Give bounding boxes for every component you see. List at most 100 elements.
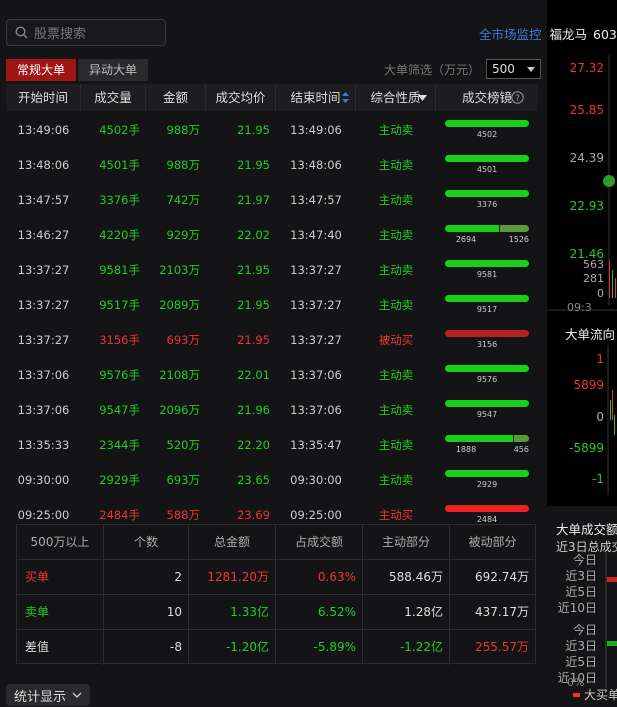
period-top-10d: 近10日 — [557, 601, 597, 615]
stats-cell-active: -1.22亿 — [363, 630, 450, 665]
tab-regular-big-order[interactable]: 常规大单 — [6, 59, 77, 81]
caret-down-icon — [527, 66, 535, 72]
cell-end-time: 13:48:06 — [290, 157, 342, 172]
cell-trade-bar: 3156 — [436, 325, 538, 355]
cell-end-time: 13:47:57 — [290, 192, 342, 207]
cell-start-time: 13:37:06 — [17, 367, 70, 382]
cell-trade-bar: 9517 — [436, 290, 538, 320]
period-top-3d: 近3日 — [565, 569, 597, 583]
market-monitor-link[interactable]: 全市场监控 — [479, 27, 542, 42]
filter-select[interactable]: 500 — [486, 59, 541, 79]
trade-bar-label: 9547 — [476, 410, 498, 419]
cell-start-time: 13:37:27 — [17, 262, 70, 277]
flow-tick-5: -1 — [592, 472, 604, 486]
cell-amount: 2096万 — [159, 402, 200, 417]
stock-code: 603 — [593, 27, 617, 42]
col-end-time[interactable]: 结束时间 — [276, 84, 356, 111]
cell-start-time: 13:49:06 — [17, 122, 70, 137]
big-order-table: 13:49:06 4502手 988万 21.95 13:49:06 主动卖 4502 13:… — [6, 112, 538, 532]
stats-row: 差值 -8 -1.20亿 -5.89% -1.22亿 255.57万 — [17, 630, 535, 665]
cell-end-time: 09:30:00 — [290, 472, 342, 487]
col-amount[interactable]: 金额 — [146, 84, 206, 111]
period-bottom-5d: 近5日 — [565, 655, 597, 669]
col-end-time-label: 结束时间 — [290, 90, 341, 105]
trade-bar — [445, 470, 529, 477]
flow-chart — [607, 345, 615, 495]
col-volume[interactable]: 成交量 — [81, 84, 146, 111]
table-row[interactable]: 13:37:06 9547手 2096万 21.96 13:37:06 主动卖 9547 — [6, 392, 538, 427]
search-icon — [15, 26, 28, 39]
table-row[interactable]: 13:37:27 9581手 2103万 21.95 13:37:27 主动卖 9581 — [6, 252, 538, 287]
stats-table: 500万以上 个数 总金额 占成交额 主动部分 被动部分 买单 2 1281.20万… — [16, 524, 536, 665]
cell-volume: 2344手 — [99, 437, 140, 452]
time-tick: 09:3 — [567, 301, 592, 314]
col-start-time[interactable]: 开始时间 — [6, 84, 81, 111]
table-row[interactable]: 13:48:06 4501手 988万 21.95 13:48:06 主动卖 4501 — [6, 147, 538, 182]
cell-trade-bar: 2694 1526 — [436, 220, 538, 250]
cell-start-time: 13:48:06 — [17, 157, 70, 172]
cell-avg-price: 22.20 — [237, 437, 270, 452]
stats-cell-total: 1.33亿 — [189, 594, 276, 630]
filter-value: 500 — [492, 62, 515, 76]
stock-search-input[interactable]: 股票搜索 — [6, 19, 166, 46]
trade-bar — [445, 435, 529, 442]
table-row[interactable]: 13:37:27 9517手 2089万 21.95 13:37:27 主动卖 9517 — [6, 287, 538, 322]
stats-header: 500万以上 个数 总金额 占成交额 主动部分 被动部分 — [17, 524, 535, 560]
cell-volume: 2484手 — [99, 507, 140, 522]
trade-bar-labels: 9547 — [445, 410, 529, 419]
cell-nature: 主动买 — [378, 507, 414, 522]
help-icon[interactable]: ? — [511, 91, 524, 104]
cell-avg-price: 21.97 — [237, 192, 270, 207]
col-trade-mirror-label: 成交榜镜 — [461, 90, 512, 105]
table-row[interactable]: 13:46:27 4220手 929万 22.02 13:47:40 主动卖 2694 152… — [6, 217, 538, 252]
flow-title: 大单流向 — [565, 327, 616, 342]
price-tick-mid: 24.39 — [569, 151, 604, 165]
stats-cell-passive: 692.74万 — [475, 569, 529, 584]
stats-cell-passive: 437.17万 — [475, 604, 529, 619]
col-nature-label: 综合性质 — [370, 90, 421, 105]
cell-nature: 主动卖 — [378, 122, 414, 137]
cell-amount: 693万 — [166, 472, 200, 487]
table-row[interactable]: 13:37:27 3156手 693万 21.95 13:37:27 被动买 3156 — [6, 322, 538, 357]
trade-bar-label: 1526 — [508, 235, 529, 244]
cell-volume: 4220手 — [99, 227, 140, 242]
stats-cell-count: 10 — [104, 594, 189, 630]
trade-bar-labels: 9517 — [445, 305, 529, 314]
col-trade-mirror[interactable]: 成交榜镜 ? — [436, 84, 538, 111]
col-avg-price[interactable]: 成交均价 — [206, 84, 276, 111]
stats-row: 卖单 10 1.33亿 6.52% 1.28亿 437.17万 — [17, 594, 535, 630]
table-row[interactable]: 09:30:00 2929手 693万 23.65 09:30:00 主动卖 2929 — [6, 462, 538, 497]
price-tick-high: 27.32 — [569, 61, 604, 75]
flow-tick-4: -5899 — [569, 441, 604, 455]
table-row[interactable]: 13:49:06 4502手 988万 21.95 13:49:06 主动卖 4502 — [6, 112, 538, 147]
trade-bar-label: 2484 — [476, 515, 498, 524]
cell-trade-bar: 3376 — [436, 185, 538, 215]
table-row[interactable]: 13:37:06 9576手 2108万 22.01 13:37:06 主动卖 9576 — [6, 357, 538, 392]
stats-cell-count: 2 — [104, 559, 189, 595]
cell-end-time: 13:37:06 — [290, 367, 342, 382]
trade-bar-labels: 3156 — [445, 340, 529, 349]
col-nature[interactable]: 综合性质 — [356, 84, 436, 111]
cell-nature: 主动卖 — [378, 367, 414, 382]
cell-avg-price: 21.96 — [237, 402, 270, 417]
cell-amount: 988万 — [166, 157, 200, 172]
table-row[interactable]: 13:35:33 2344手 520万 22.20 13:35:47 主动卖 1888 456 — [6, 427, 538, 462]
cell-end-time: 13:37:27 — [290, 297, 342, 312]
cell-nature: 主动卖 — [378, 472, 414, 487]
cell-trade-bar: 9576 — [436, 360, 538, 390]
stats-cell-label: 差值 — [17, 630, 104, 665]
table-row[interactable]: 13:47:57 3376手 742万 21.97 13:47:57 主动卖 3376 — [6, 182, 538, 217]
cell-amount: 2089万 — [159, 297, 200, 312]
cell-amount: 693万 — [166, 332, 200, 347]
trade-bar-label: 456 — [513, 445, 529, 454]
flow-tick-3: 0 — [596, 410, 604, 424]
trade-bar-label: 2929 — [476, 480, 498, 489]
cell-end-time: 13:37:06 — [290, 402, 342, 417]
stats-display-dropdown[interactable]: 统计显示 — [6, 684, 90, 706]
sort-icon — [342, 92, 349, 103]
stats-cell-total: 1281.20万 — [189, 559, 276, 595]
trade-bar-segment — [445, 505, 529, 512]
cell-end-time: 13:37:27 — [290, 332, 342, 347]
period-top-today: 今日 — [572, 553, 597, 567]
tab-abnormal-big-order[interactable]: 异动大单 — [78, 59, 149, 81]
